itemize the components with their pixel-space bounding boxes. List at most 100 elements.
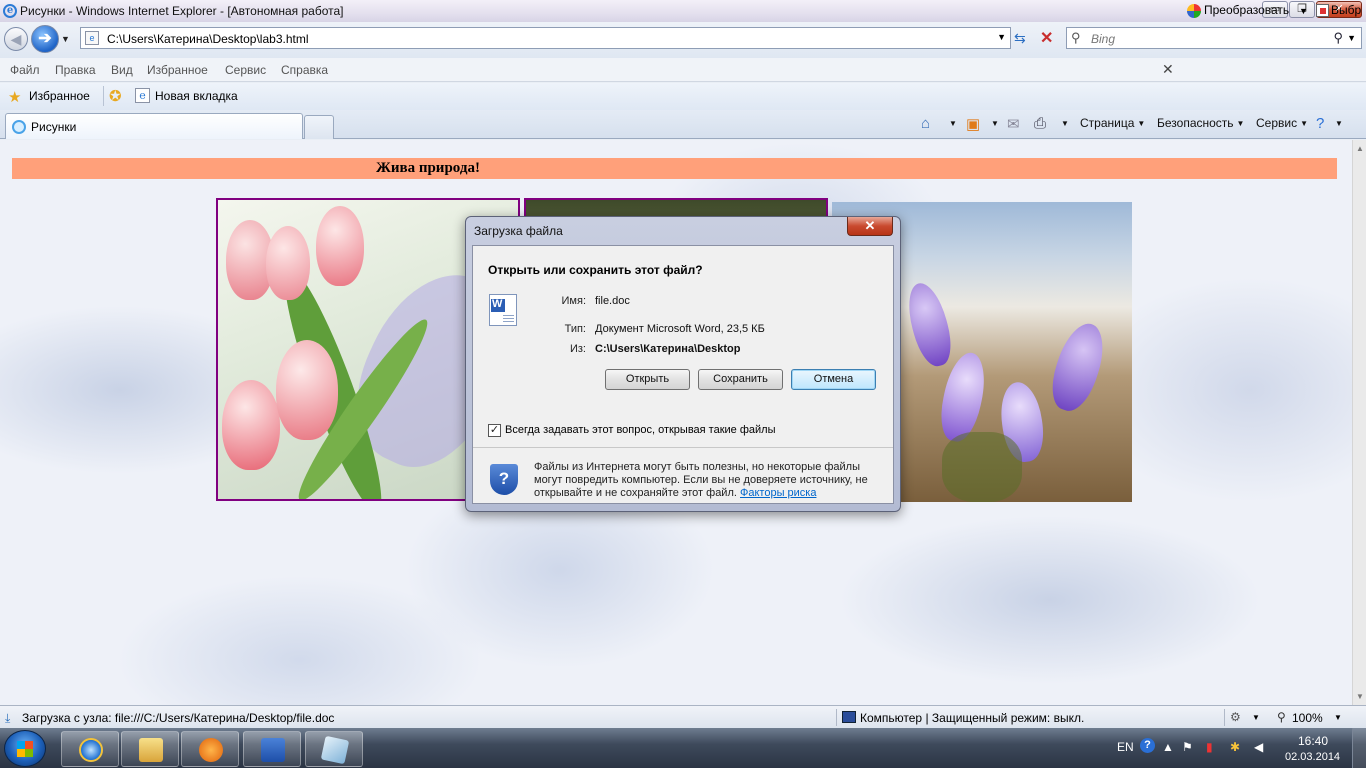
security-zone-text[interactable]: Компьютер | Защищенный режим: выкл. bbox=[860, 711, 1084, 725]
dialog-close-button[interactable]: ✕ bbox=[847, 217, 893, 236]
zoom-icon[interactable]: ⚲ bbox=[1277, 710, 1286, 724]
file-download-dialog: Загрузка файла ✕ Открыть или сохранить э… bbox=[465, 216, 901, 512]
action-center-icon[interactable]: ▮ bbox=[1206, 740, 1213, 754]
flag-icon[interactable]: ⚑ bbox=[1182, 740, 1193, 754]
cancel-button[interactable]: Отмена bbox=[791, 369, 876, 390]
taskbar-windows-explorer[interactable] bbox=[121, 731, 179, 767]
clock-date[interactable]: 02.03.2014 bbox=[1285, 751, 1340, 763]
feeds-icon[interactable]: ▣ bbox=[966, 115, 980, 133]
forward-button[interactable]: ➔ bbox=[31, 25, 59, 53]
refresh-icon[interactable]: ⇆ bbox=[1014, 30, 1026, 47]
home-icon[interactable]: ⌂ bbox=[921, 115, 930, 132]
safety-menu-label: Безопасность bbox=[1157, 116, 1234, 130]
favorites-star-icon[interactable]: ★ bbox=[8, 88, 21, 106]
save-button[interactable]: Сохранить bbox=[698, 369, 783, 390]
select-icon bbox=[1316, 4, 1329, 18]
window-title: Рисунки - Windows Internet Explorer - [А… bbox=[20, 4, 344, 18]
search-icon[interactable]: ⚲ bbox=[1333, 30, 1343, 46]
new-tab-button[interactable] bbox=[304, 115, 334, 139]
word-document-icon: W bbox=[489, 294, 517, 326]
show-desktop-button[interactable] bbox=[1352, 728, 1366, 768]
vertical-scrollbar[interactable]: ▲ ▼ bbox=[1352, 140, 1366, 705]
search-box[interactable]: ⚲ Bing ⚲ ▼ bbox=[1066, 27, 1362, 49]
safety-menu[interactable]: Безопасность ▼ bbox=[1157, 116, 1244, 130]
dialog-question: Открыть или сохранить этот файл? bbox=[488, 263, 703, 277]
search-provider-icon: ⚲ bbox=[1071, 30, 1081, 45]
privacy-dropdown-icon[interactable]: ▼ bbox=[1252, 713, 1260, 722]
close-toolbar-icon[interactable]: ✕ bbox=[1162, 61, 1174, 78]
home-dropdown-icon[interactable]: ▼ bbox=[946, 116, 957, 130]
language-indicator[interactable]: EN bbox=[1117, 740, 1134, 754]
folder-icon bbox=[139, 738, 163, 762]
new-tab-page-icon: e bbox=[135, 88, 150, 103]
menu-tools[interactable]: Сервис bbox=[225, 63, 266, 77]
security-shield-icon: ? bbox=[490, 464, 518, 495]
title-bar: e Рисунки - Windows Internet Explorer - … bbox=[0, 0, 1366, 22]
word-icon bbox=[261, 738, 285, 762]
status-text: Загрузка с узла: file:///C:/Users/Катери… bbox=[22, 711, 335, 725]
always-ask-checkbox[interactable]: ✓ bbox=[488, 424, 501, 437]
stop-icon[interactable]: ✕ bbox=[1040, 28, 1053, 48]
start-button[interactable] bbox=[4, 730, 46, 767]
favorites-button[interactable]: Избранное bbox=[29, 89, 90, 103]
add-to-favorites-icon[interactable]: ✪ bbox=[109, 87, 122, 105]
back-button[interactable]: ◀ bbox=[4, 27, 28, 51]
tray-expand-icon[interactable]: ▲ bbox=[1162, 740, 1174, 754]
media-player-icon bbox=[199, 738, 223, 762]
ie-logo-icon: e bbox=[3, 4, 17, 18]
mail-icon[interactable]: ✉ bbox=[1007, 115, 1020, 133]
search-input[interactable]: Bing bbox=[1091, 32, 1115, 46]
help-icon[interactable]: ? bbox=[1316, 115, 1324, 132]
print-icon[interactable]: ⎙ bbox=[1034, 115, 1046, 132]
open-button[interactable]: Открыть bbox=[605, 369, 690, 390]
address-url: C:\Users\Катерина\Desktop\lab3.html bbox=[107, 32, 309, 46]
type-label: Тип: bbox=[564, 323, 586, 335]
tab-label: Рисунки bbox=[31, 120, 77, 134]
privacy-icon[interactable]: ⚙ bbox=[1230, 710, 1241, 724]
taskbar-microsoft-word[interactable] bbox=[243, 731, 301, 767]
menu-bar: Файл Правка Вид Избранное Сервис Справка… bbox=[0, 58, 1366, 82]
tools-menu[interactable]: Сервис ▼ bbox=[1256, 116, 1308, 130]
print-dropdown-icon[interactable]: ▼ bbox=[1058, 116, 1069, 130]
pdf-convert-icon bbox=[1187, 3, 1201, 18]
favorites-separator bbox=[103, 86, 104, 106]
address-dropdown-icon[interactable]: ▼ bbox=[997, 32, 1006, 42]
zoom-level[interactable]: 100% bbox=[1292, 711, 1323, 725]
menu-help[interactable]: Справка bbox=[281, 63, 328, 77]
help-dropdown-icon[interactable]: ▼ bbox=[1332, 116, 1343, 130]
volume-icon[interactable]: ◀ bbox=[1254, 740, 1263, 754]
security-warning: Файлы из Интернета могут быть полезны, н… bbox=[534, 461, 884, 500]
type-value: Документ Microsoft Word, 23,5 КБ bbox=[595, 323, 765, 335]
menu-view[interactable]: Вид bbox=[111, 63, 133, 77]
address-bar[interactable]: e C:\Users\Катерина\Desktop\lab3.html ▼ bbox=[80, 27, 1011, 49]
recent-pages-dropdown[interactable]: ▼ bbox=[61, 34, 70, 44]
new-tab-link[interactable]: Новая вкладка bbox=[155, 89, 238, 103]
search-options-dropdown[interactable]: ▼ bbox=[1347, 33, 1356, 43]
taskbar-media-player[interactable] bbox=[181, 731, 239, 767]
menu-file[interactable]: Файл bbox=[10, 63, 40, 77]
convert-button[interactable]: Преобразовать bbox=[1187, 3, 1289, 18]
taskbar-application[interactable] bbox=[305, 731, 363, 767]
page-menu[interactable]: Страница ▼ bbox=[1080, 116, 1145, 130]
scroll-down-icon[interactable]: ▼ bbox=[1356, 692, 1364, 701]
network-icon[interactable]: ✱ bbox=[1230, 740, 1240, 754]
clock-time[interactable]: 16:40 bbox=[1298, 734, 1328, 748]
status-separator bbox=[836, 709, 837, 726]
chevron-down-icon: ▼ bbox=[1300, 119, 1309, 128]
menu-edit[interactable]: Правка bbox=[55, 63, 96, 77]
select-button[interactable]: Выбр bbox=[1316, 3, 1361, 18]
convert-dropdown-icon[interactable]: ▼ bbox=[1299, 6, 1308, 16]
name-label: Имя: bbox=[561, 295, 586, 307]
zoom-dropdown-icon[interactable]: ▼ bbox=[1334, 713, 1342, 722]
computer-zone-icon bbox=[842, 711, 856, 723]
dialog-body: Открыть или сохранить этот файл? W Имя: … bbox=[472, 245, 894, 504]
tab-loading-icon bbox=[12, 120, 26, 134]
menu-favorites[interactable]: Избранное bbox=[147, 63, 208, 77]
risk-factors-link[interactable]: Факторы риска bbox=[740, 487, 816, 499]
taskbar-internet-explorer[interactable] bbox=[61, 731, 119, 767]
feeds-dropdown-icon[interactable]: ▼ bbox=[988, 116, 999, 130]
help-tray-icon[interactable]: ? bbox=[1140, 738, 1155, 753]
tab-pictures[interactable]: Рисунки bbox=[5, 113, 303, 139]
status-bar: ⤓ Загрузка с узла: file:///C:/Users/Кате… bbox=[0, 705, 1366, 728]
scroll-up-icon[interactable]: ▲ bbox=[1356, 144, 1364, 153]
